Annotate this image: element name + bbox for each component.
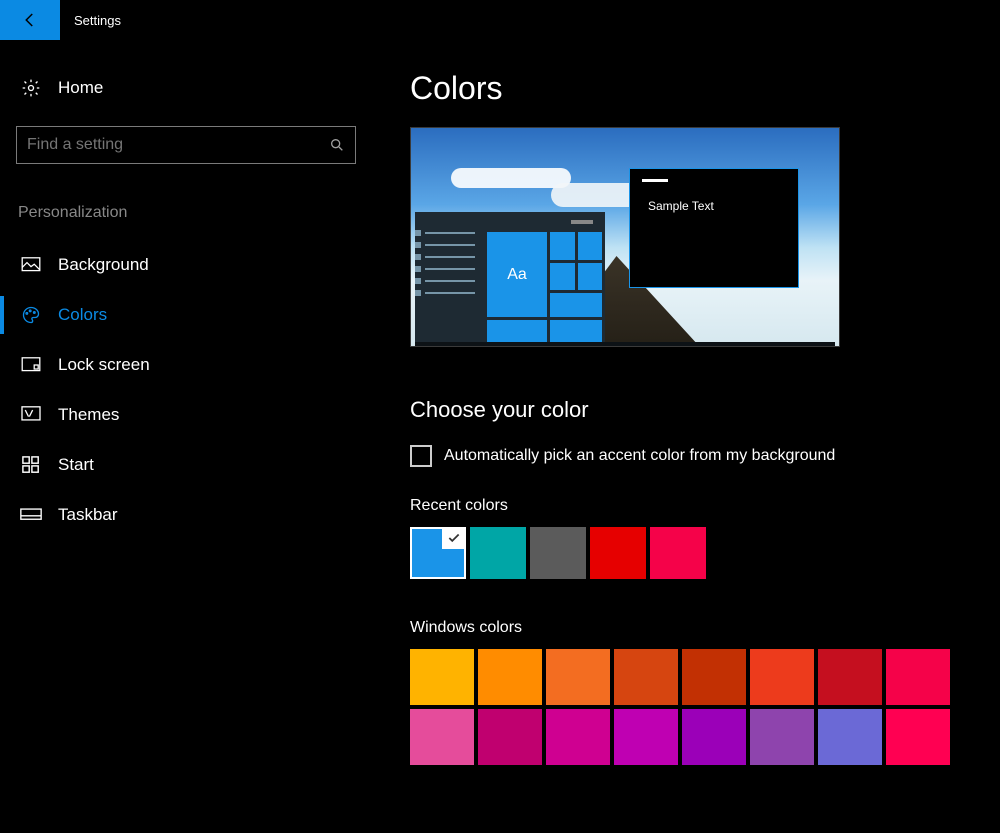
windows-color-swatch[interactable] xyxy=(614,709,678,765)
start-icon xyxy=(18,456,44,474)
window-title: Settings xyxy=(74,13,121,28)
recent-colors-row xyxy=(410,527,990,579)
search-input[interactable] xyxy=(16,126,356,164)
page-title: Colors xyxy=(410,70,990,107)
auto-pick-label: Automatically pick an accent color from … xyxy=(444,447,835,465)
section-title: Personalization xyxy=(16,204,380,222)
main-panel: Colors Aa xyxy=(380,40,1000,765)
recent-color-swatch[interactable] xyxy=(410,527,466,579)
checkbox-icon xyxy=(410,445,432,467)
nav-item-label: Taskbar xyxy=(58,505,118,525)
preview-pane: Aa Sample Text xyxy=(410,127,840,347)
windows-color-swatch[interactable] xyxy=(614,649,678,705)
nav-item-label: Lock screen xyxy=(58,355,150,375)
search-icon xyxy=(329,137,345,153)
windows-colors-heading: Windows colors xyxy=(410,619,990,637)
windows-color-swatch[interactable] xyxy=(750,649,814,705)
windows-colors-grid xyxy=(410,649,990,765)
image-icon xyxy=(18,257,44,273)
nav-item-taskbar[interactable]: Taskbar xyxy=(16,490,380,540)
windows-color-swatch[interactable] xyxy=(682,649,746,705)
nav-item-start[interactable]: Start xyxy=(16,440,380,490)
nav-item-background[interactable]: Background xyxy=(16,240,380,290)
palette-icon xyxy=(18,305,44,325)
windows-color-swatch[interactable] xyxy=(886,709,950,765)
auto-pick-checkbox[interactable]: Automatically pick an accent color from … xyxy=(410,445,990,467)
nav-item-label: Themes xyxy=(58,405,119,425)
windows-color-swatch[interactable] xyxy=(410,649,474,705)
windows-color-swatch[interactable] xyxy=(478,649,542,705)
back-button[interactable] xyxy=(0,0,60,40)
themes-icon xyxy=(18,406,44,424)
taskbar-icon xyxy=(18,508,44,522)
sidebar: Home Personalization Background xyxy=(0,40,380,765)
recent-color-swatch[interactable] xyxy=(530,527,586,579)
sample-text: Sample Text xyxy=(648,199,714,213)
preview-start-menu: Aa xyxy=(415,212,605,342)
windows-color-swatch[interactable] xyxy=(750,709,814,765)
nav-item-label: Colors xyxy=(58,305,107,325)
gear-icon xyxy=(18,78,44,98)
home-button[interactable]: Home xyxy=(16,70,380,106)
nav-item-label: Background xyxy=(58,255,149,275)
arrow-left-icon xyxy=(21,11,39,29)
windows-color-swatch[interactable] xyxy=(478,709,542,765)
windows-color-swatch[interactable] xyxy=(818,649,882,705)
check-icon xyxy=(442,527,466,549)
preview-tile: Aa xyxy=(487,232,547,317)
windows-color-swatch[interactable] xyxy=(682,709,746,765)
recent-color-swatch[interactable] xyxy=(470,527,526,579)
nav-item-colors[interactable]: Colors xyxy=(16,290,380,340)
windows-color-swatch[interactable] xyxy=(546,709,610,765)
nav-item-lock-screen[interactable]: Lock screen xyxy=(16,340,380,390)
windows-color-swatch[interactable] xyxy=(886,649,950,705)
nav-item-themes[interactable]: Themes xyxy=(16,390,380,440)
choose-color-heading: Choose your color xyxy=(410,397,990,423)
preview-window: Sample Text xyxy=(629,168,799,288)
search-field[interactable] xyxy=(27,136,329,154)
titlebar: Settings xyxy=(0,0,1000,40)
lock-screen-icon xyxy=(18,357,44,373)
windows-color-swatch[interactable] xyxy=(410,709,474,765)
windows-color-swatch[interactable] xyxy=(818,709,882,765)
windows-color-swatch[interactable] xyxy=(546,649,610,705)
recent-color-swatch[interactable] xyxy=(650,527,706,579)
nav-item-label: Start xyxy=(58,455,94,475)
recent-colors-heading: Recent colors xyxy=(410,497,990,515)
recent-color-swatch[interactable] xyxy=(590,527,646,579)
home-label: Home xyxy=(58,78,103,98)
